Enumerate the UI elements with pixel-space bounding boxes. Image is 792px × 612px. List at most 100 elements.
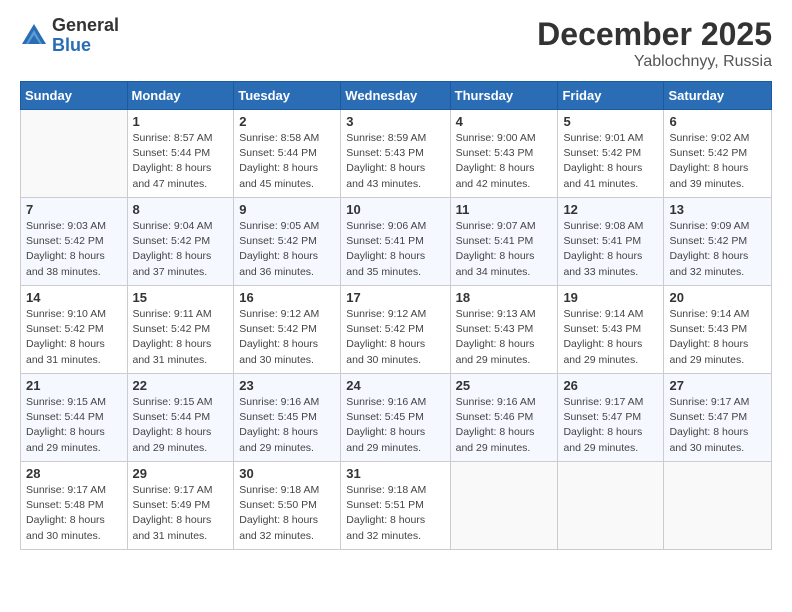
- day-cell: 11 Sunrise: 9:07 AM Sunset: 5:41 PM Dayli…: [450, 198, 558, 286]
- day-cell: 23Sunrise: 9:16 AM Sunset: 5:45 PM Dayli…: [234, 374, 341, 462]
- day-info: Sunrise: 9:17 AM Sunset: 5:47 PM Dayligh…: [669, 395, 766, 456]
- day-cell: 28 Sunrise: 9:17 AM Sunset: 5:48 PM Dayli…: [21, 462, 128, 550]
- week-row-1: 1Sunrise: 8:57 AM Sunset: 5:44 PM Daylig…: [21, 110, 772, 198]
- day-info: Sunrise: 9:12 AM Sunset: 5:42 PM Dayligh…: [239, 307, 335, 368]
- day-number: 11: [456, 202, 553, 217]
- day-cell: 31Sunrise: 9:18 AM Sunset: 5:51 PM Dayli…: [341, 462, 450, 550]
- day-info: Sunrise: 9:10 AM Sunset: 5:42 PM Dayligh…: [26, 307, 122, 368]
- week-row-3: 14 Sunrise: 9:10 AM Sunset: 5:42 PM Dayli…: [21, 286, 772, 374]
- week-row-2: 7 Sunrise: 9:03 AM Sunset: 5:42 PM Daylig…: [21, 198, 772, 286]
- day-number: 9: [239, 202, 335, 217]
- logo-text: General Blue: [52, 16, 119, 56]
- logo-general: General: [52, 16, 119, 36]
- day-info: Sunrise: 9:12 AM Sunset: 5:42 PM Dayligh…: [346, 307, 444, 368]
- day-info: Sunrise: 9:17 AM Sunset: 5:47 PM Dayligh…: [563, 395, 658, 456]
- day-info: Sunrise: 9:14 AM Sunset: 5:43 PM Dayligh…: [563, 307, 658, 368]
- header-cell-friday: Friday: [558, 82, 664, 110]
- day-cell: 17 Sunrise: 9:12 AM Sunset: 5:42 PM Dayli…: [341, 286, 450, 374]
- day-cell: 9 Sunrise: 9:05 AM Sunset: 5:42 PM Daylig…: [234, 198, 341, 286]
- day-cell: 13 Sunrise: 9:09 AM Sunset: 5:42 PM Dayli…: [664, 198, 772, 286]
- day-info: Sunrise: 9:07 AM Sunset: 5:41 PM Dayligh…: [456, 219, 553, 280]
- day-cell: [450, 462, 558, 550]
- day-info: Sunrise: 9:00 AM Sunset: 5:43 PM Dayligh…: [456, 131, 553, 192]
- day-cell: 1Sunrise: 8:57 AM Sunset: 5:44 PM Daylig…: [127, 110, 234, 198]
- day-info: Sunrise: 9:01 AM Sunset: 5:42 PM Dayligh…: [563, 131, 658, 192]
- day-info: Sunrise: 9:15 AM Sunset: 5:44 PM Dayligh…: [26, 395, 122, 456]
- day-info: Sunrise: 9:09 AM Sunset: 5:42 PM Dayligh…: [669, 219, 766, 280]
- day-number: 2: [239, 114, 335, 129]
- day-number: 18: [456, 290, 553, 305]
- day-number: 21: [26, 378, 122, 393]
- day-number: 4: [456, 114, 553, 129]
- day-number: 7: [26, 202, 122, 217]
- day-number: 27: [669, 378, 766, 393]
- day-number: 16: [239, 290, 335, 305]
- header: General Blue December 2025 Yablochnyy, R…: [20, 16, 772, 71]
- day-cell: 30Sunrise: 9:18 AM Sunset: 5:50 PM Dayli…: [234, 462, 341, 550]
- day-number: 8: [133, 202, 229, 217]
- header-cell-tuesday: Tuesday: [234, 82, 341, 110]
- day-info: Sunrise: 9:06 AM Sunset: 5:41 PM Dayligh…: [346, 219, 444, 280]
- day-cell: 27 Sunrise: 9:17 AM Sunset: 5:47 PM Dayli…: [664, 374, 772, 462]
- day-cell: [664, 462, 772, 550]
- day-cell: 18 Sunrise: 9:13 AM Sunset: 5:43 PM Dayli…: [450, 286, 558, 374]
- day-cell: 15Sunrise: 9:11 AM Sunset: 5:42 PM Dayli…: [127, 286, 234, 374]
- day-number: 28: [26, 466, 122, 481]
- day-info: Sunrise: 9:16 AM Sunset: 5:46 PM Dayligh…: [456, 395, 553, 456]
- day-cell: 26 Sunrise: 9:17 AM Sunset: 5:47 PM Dayli…: [558, 374, 664, 462]
- day-info: Sunrise: 9:05 AM Sunset: 5:42 PM Dayligh…: [239, 219, 335, 280]
- header-cell-wednesday: Wednesday: [341, 82, 450, 110]
- logo: General Blue: [20, 16, 119, 56]
- day-number: 25: [456, 378, 553, 393]
- day-number: 19: [563, 290, 658, 305]
- header-cell-sunday: Sunday: [21, 82, 128, 110]
- day-cell: 19 Sunrise: 9:14 AM Sunset: 5:43 PM Dayli…: [558, 286, 664, 374]
- day-info: Sunrise: 9:16 AM Sunset: 5:45 PM Dayligh…: [239, 395, 335, 456]
- day-cell: 5Sunrise: 9:01 AM Sunset: 5:42 PM Daylig…: [558, 110, 664, 198]
- day-info: Sunrise: 9:04 AM Sunset: 5:42 PM Dayligh…: [133, 219, 229, 280]
- day-number: 10: [346, 202, 444, 217]
- day-number: 14: [26, 290, 122, 305]
- day-cell: 21 Sunrise: 9:15 AM Sunset: 5:44 PM Dayli…: [21, 374, 128, 462]
- day-number: 24: [346, 378, 444, 393]
- day-cell: 3Sunrise: 8:59 AM Sunset: 5:43 PM Daylig…: [341, 110, 450, 198]
- page: General Blue December 2025 Yablochnyy, R…: [0, 0, 792, 612]
- day-cell: 20Sunrise: 9:14 AM Sunset: 5:43 PM Dayli…: [664, 286, 772, 374]
- day-info: Sunrise: 9:08 AM Sunset: 5:41 PM Dayligh…: [563, 219, 658, 280]
- day-info: Sunrise: 9:03 AM Sunset: 5:42 PM Dayligh…: [26, 219, 122, 280]
- header-cell-saturday: Saturday: [664, 82, 772, 110]
- day-number: 3: [346, 114, 444, 129]
- day-number: 6: [669, 114, 766, 129]
- day-number: 30: [239, 466, 335, 481]
- day-info: Sunrise: 9:16 AM Sunset: 5:45 PM Dayligh…: [346, 395, 444, 456]
- day-cell: 4 Sunrise: 9:00 AM Sunset: 5:43 PM Daylig…: [450, 110, 558, 198]
- week-row-5: 28 Sunrise: 9:17 AM Sunset: 5:48 PM Dayli…: [21, 462, 772, 550]
- day-info: Sunrise: 9:11 AM Sunset: 5:42 PM Dayligh…: [133, 307, 229, 368]
- day-cell: 6Sunrise: 9:02 AM Sunset: 5:42 PM Daylig…: [664, 110, 772, 198]
- day-cell: 7 Sunrise: 9:03 AM Sunset: 5:42 PM Daylig…: [21, 198, 128, 286]
- day-cell: [21, 110, 128, 198]
- day-info: Sunrise: 9:15 AM Sunset: 5:44 PM Dayligh…: [133, 395, 229, 456]
- day-number: 12: [563, 202, 658, 217]
- logo-blue: Blue: [52, 36, 119, 56]
- day-cell: 14 Sunrise: 9:10 AM Sunset: 5:42 PM Dayli…: [21, 286, 128, 374]
- header-cell-thursday: Thursday: [450, 82, 558, 110]
- day-number: 22: [133, 378, 229, 393]
- day-cell: 24 Sunrise: 9:16 AM Sunset: 5:45 PM Dayli…: [341, 374, 450, 462]
- day-info: Sunrise: 9:17 AM Sunset: 5:49 PM Dayligh…: [133, 483, 229, 544]
- day-info: Sunrise: 9:17 AM Sunset: 5:48 PM Dayligh…: [26, 483, 122, 544]
- day-cell: 10 Sunrise: 9:06 AM Sunset: 5:41 PM Dayli…: [341, 198, 450, 286]
- day-number: 17: [346, 290, 444, 305]
- title-section: December 2025 Yablochnyy, Russia: [537, 16, 772, 71]
- day-number: 26: [563, 378, 658, 393]
- day-cell: 22 Sunrise: 9:15 AM Sunset: 5:44 PM Dayli…: [127, 374, 234, 462]
- logo-icon: [20, 22, 48, 50]
- day-cell: 25 Sunrise: 9:16 AM Sunset: 5:46 PM Dayli…: [450, 374, 558, 462]
- header-cell-monday: Monday: [127, 82, 234, 110]
- day-info: Sunrise: 9:13 AM Sunset: 5:43 PM Dayligh…: [456, 307, 553, 368]
- day-cell: 2Sunrise: 8:58 AM Sunset: 5:44 PM Daylig…: [234, 110, 341, 198]
- day-number: 13: [669, 202, 766, 217]
- day-cell: 8 Sunrise: 9:04 AM Sunset: 5:42 PM Daylig…: [127, 198, 234, 286]
- location-subtitle: Yablochnyy, Russia: [537, 53, 772, 71]
- calendar-table: SundayMondayTuesdayWednesdayThursdayFrid…: [20, 81, 772, 550]
